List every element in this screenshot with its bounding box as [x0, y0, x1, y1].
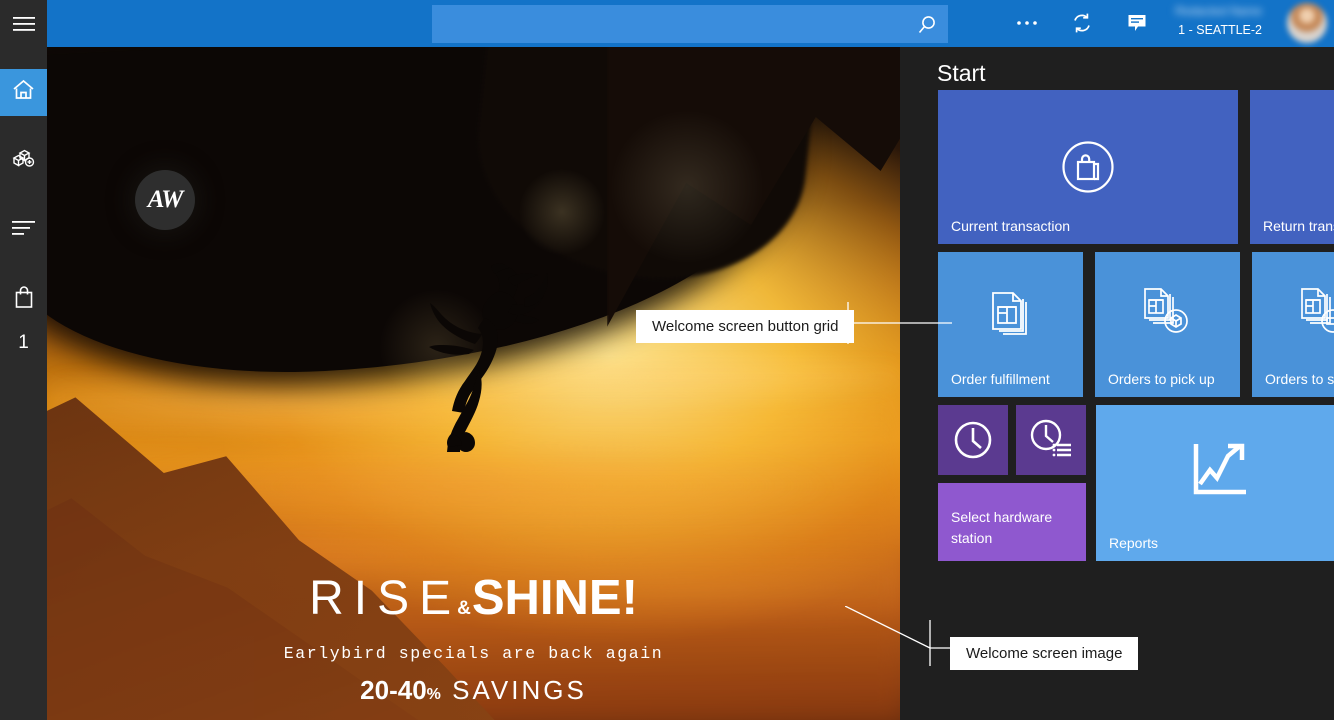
cart-count-badge[interactable]: 1 — [0, 323, 47, 363]
climber-silhouette — [365, 252, 595, 452]
cubes-icon — [11, 148, 36, 175]
callout-leader-line-image — [845, 606, 955, 666]
sidebar-item-tasks[interactable] — [0, 207, 47, 254]
sidebar-item-products[interactable] — [0, 138, 47, 185]
tile-orders-to-pick-up[interactable]: Orders to pick up — [1095, 252, 1240, 397]
avatar[interactable] — [1287, 3, 1327, 43]
tile-time-entries[interactable] — [1016, 405, 1086, 475]
tile-reports[interactable]: Reports — [1096, 405, 1334, 561]
promotion-text-block: RISE & SHINE! Earlybird specials are bac… — [47, 570, 900, 706]
top-bar-actions — [1012, 8, 1152, 38]
promo-headline: RISE & SHINE! — [47, 570, 900, 626]
search-input[interactable] — [432, 5, 948, 43]
user-name: Redacted Name — [1132, 4, 1262, 20]
menu-icon[interactable] — [0, 0, 47, 47]
tile-label: Order fulfillment — [951, 371, 1050, 388]
home-icon — [11, 78, 36, 107]
callout-welcome-screen-button-grid: Welcome screen button grid — [636, 310, 854, 343]
promo-savings-percent: % — [427, 686, 443, 703]
tile-select-hardware-station[interactable]: Select hardware station — [938, 483, 1086, 561]
lines-icon — [12, 221, 35, 240]
page-title: Start — [937, 60, 986, 87]
store-logo: AW — [135, 170, 195, 230]
tile-orders-to-ship[interactable]: Orders to ship — [1252, 252, 1334, 397]
clock-icon — [938, 405, 1008, 475]
tile-current-transaction[interactable]: Current transaction — [938, 90, 1238, 244]
promo-savings: 20-40% SAVINGS — [47, 675, 900, 706]
promo-savings-word: SAVINGS — [452, 675, 587, 705]
callout-welcome-screen-image: Welcome screen image — [950, 637, 1138, 670]
promo-headline-bold: SHINE! — [472, 570, 638, 626]
tile-time-clock[interactable] — [938, 405, 1008, 475]
start-panel: Start Current transaction — [900, 47, 1334, 720]
store-register-label: 1 - SEATTLE-2 — [1132, 23, 1262, 37]
store-logo-text: AW — [148, 186, 183, 214]
callout-leader-line-grid — [840, 302, 952, 344]
promo-savings-range: 20-40 — [360, 675, 427, 705]
tile-label: Reports — [1109, 535, 1158, 552]
promo-subheadline: Earlybird specials are back again — [47, 644, 900, 663]
tile-label: Select hardware station — [951, 507, 1071, 549]
tile-label: Return transaction — [1263, 218, 1334, 235]
tile-return-transaction[interactable]: Return transaction — [1250, 90, 1334, 244]
sync-icon[interactable] — [1067, 8, 1097, 38]
tile-label: Orders to pick up — [1108, 371, 1215, 388]
pos-welcome-screen: 1 — [0, 0, 1334, 720]
clock-list-icon — [1016, 405, 1086, 475]
search-icon[interactable] — [916, 14, 938, 36]
more-options-icon[interactable] — [1012, 8, 1042, 38]
sidebar-item-home[interactable] — [0, 69, 47, 116]
promo-headline-ampersand: & — [457, 598, 471, 620]
sidebar-item-cart[interactable] — [0, 276, 47, 323]
tile-label: Orders to ship — [1265, 371, 1334, 388]
user-info[interactable]: Redacted Name 1 - SEATTLE-2 — [1132, 4, 1262, 37]
callout-label: Welcome screen image — [966, 645, 1122, 662]
welcome-screen-image: AW RISE & SHINE! Earlybird specials are … — [47, 47, 900, 720]
left-navigation-rail: 1 — [0, 0, 47, 720]
callout-label: Welcome screen button grid — [652, 318, 838, 335]
top-app-bar: Redacted Name 1 - SEATTLE-2 — [47, 0, 1334, 47]
tile-label: Current transaction — [951, 218, 1070, 235]
bag-icon — [14, 286, 34, 314]
tile-order-fulfillment[interactable]: Order fulfillment — [938, 252, 1083, 397]
promo-headline-light: RISE — [309, 571, 461, 626]
